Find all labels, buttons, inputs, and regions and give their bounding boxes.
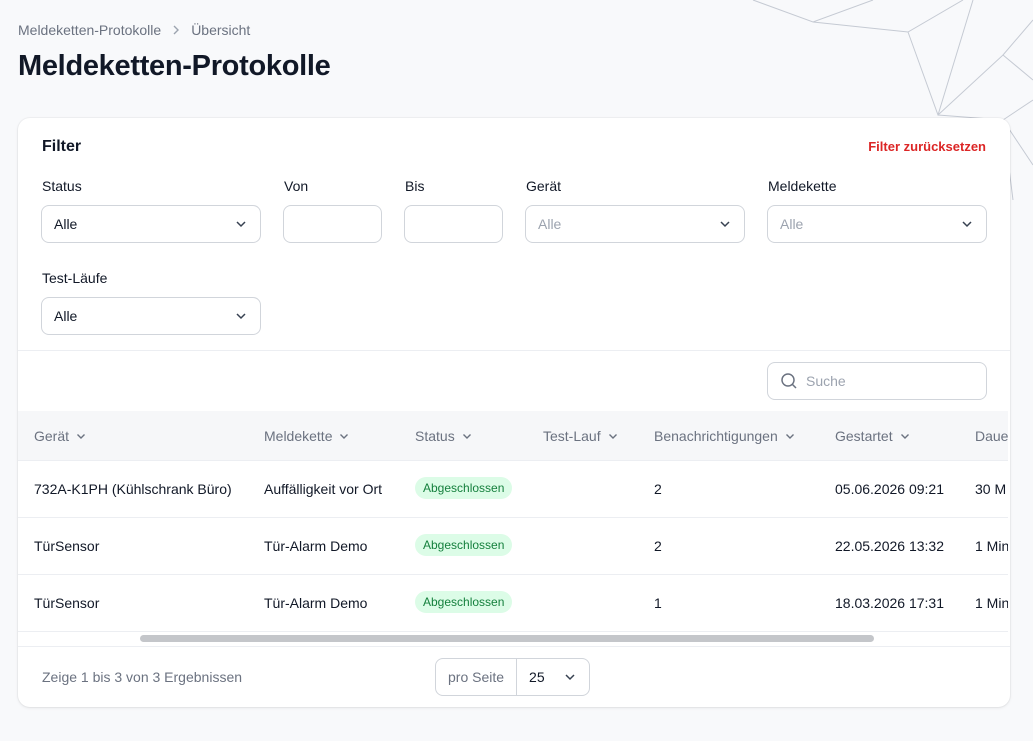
column-header-meldekette[interactable]: Meldekette <box>264 428 350 444</box>
cell-benachrichtigungen: 2 <box>654 481 662 497</box>
table-row[interactable]: TürSensor Tür-Alarm Demo Abgeschlossen 2… <box>18 518 1008 575</box>
sort-chevron-icon <box>608 434 617 439</box>
meldekette-select[interactable]: Alle <box>767 205 987 243</box>
status-badge: Abgeschlossen <box>415 591 513 613</box>
table-header: Gerät Meldekette Status Test-Lauf Benach… <box>18 411 1008 461</box>
column-header-gestartet[interactable]: Gestartet <box>835 428 911 444</box>
column-header-geraet[interactable]: Gerät <box>34 428 87 444</box>
status-label: Status <box>42 178 82 194</box>
chevron-right-icon <box>171 22 181 38</box>
column-header-status[interactable]: Status <box>415 428 473 444</box>
testlaeufe-select-value: Alle <box>54 308 78 324</box>
sort-chevron-icon <box>785 434 794 439</box>
table-row[interactable]: TürSensor Tür-Alarm Demo Abgeschlossen 1… <box>18 575 1008 632</box>
protocol-table: Gerät Meldekette Status Test-Lauf Benach… <box>18 411 1008 632</box>
testlaeufe-select[interactable]: Alle <box>41 297 261 335</box>
status-badge: Abgeschlossen <box>415 477 513 499</box>
breadcrumb: Meldeketten-Protokolle Übersicht <box>18 22 250 38</box>
table-row[interactable]: 732A-K1PH (Kühlschrank Büro) Auffälligke… <box>18 461 1008 518</box>
sort-chevron-icon <box>77 434 86 439</box>
filter-heading: Filter <box>42 138 82 155</box>
column-header-testlauf[interactable]: Test-Lauf <box>543 428 619 444</box>
cell-dauer: 1 Min <box>975 595 1008 611</box>
per-page-label: pro Seite <box>436 659 518 695</box>
results-summary: Zeige 1 bis 3 von 3 Ergebnissen <box>42 669 243 685</box>
search-icon <box>781 373 797 389</box>
meldekette-label: Meldekette <box>768 178 837 194</box>
footer-divider <box>18 646 1010 647</box>
search-placeholder: Suche <box>806 373 846 389</box>
cell-benachrichtigungen: 2 <box>654 538 662 554</box>
page-title: Meldeketten-Protokolle <box>18 50 331 82</box>
column-header-benachrichtigungen[interactable]: Benachrichtigungen <box>654 428 796 444</box>
cell-gestartet: 05.06.2026 09:21 <box>835 481 944 497</box>
column-header-dauer[interactable]: Dauer <box>975 428 1008 444</box>
bis-label: Bis <box>405 178 425 194</box>
chevron-down-icon <box>565 674 575 681</box>
per-page-value: 25 <box>529 669 545 685</box>
cell-dauer: 30 M <box>975 481 1007 497</box>
chevron-down-icon <box>720 221 730 228</box>
chevron-down-icon <box>236 313 246 320</box>
von-input[interactable] <box>283 205 382 243</box>
von-label: Von <box>284 178 309 194</box>
cell-gestartet: 22.05.2026 13:32 <box>835 538 944 554</box>
cell-gestartet: 18.03.2026 17:31 <box>835 595 944 611</box>
cell-benachrichtigungen: 1 <box>654 595 662 611</box>
chevron-down-icon <box>236 221 246 228</box>
protocol-card: Filter Filter zurücksetzen Status Alle V… <box>18 118 1010 707</box>
cell-geraet: 732A-K1PH (Kühlschrank Büro) <box>34 481 232 497</box>
chevron-down-icon <box>962 221 972 228</box>
geraet-select-placeholder: Alle <box>538 216 562 232</box>
cell-geraet: TürSensor <box>34 538 100 554</box>
horizontal-scrollbar[interactable] <box>18 632 1008 646</box>
filter-divider <box>18 350 1010 351</box>
per-page-control: pro Seite 25 <box>435 658 590 696</box>
cell-meldekette: Tür-Alarm Demo <box>264 538 368 554</box>
cell-meldekette: Auffälligkeit vor Ort <box>264 481 383 497</box>
geraet-select[interactable]: Alle <box>525 205 745 243</box>
filter-reset-button[interactable]: Filter zurücksetzen <box>868 139 986 154</box>
cell-dauer: 1 Min <box>975 538 1008 554</box>
status-select-value: Alle <box>54 216 78 232</box>
bis-input[interactable] <box>404 205 503 243</box>
testlaeufe-label: Test-Läufe <box>42 270 108 286</box>
breadcrumb-item-protokolle[interactable]: Meldeketten-Protokolle <box>18 22 161 38</box>
meldekette-select-placeholder: Alle <box>780 216 804 232</box>
status-select[interactable]: Alle <box>41 205 261 243</box>
status-badge: Abgeschlossen <box>415 534 513 556</box>
per-page-select[interactable]: 25 <box>517 659 589 695</box>
breadcrumb-item-uebersicht: Übersicht <box>191 22 251 38</box>
search-input[interactable]: Suche <box>767 362 987 400</box>
sort-chevron-icon <box>900 434 909 439</box>
geraet-label: Gerät <box>526 178 562 194</box>
cell-meldekette: Tür-Alarm Demo <box>264 595 368 611</box>
sort-chevron-icon <box>340 434 349 439</box>
sort-chevron-icon <box>462 434 471 439</box>
cell-geraet: TürSensor <box>34 595 100 611</box>
scrollbar-thumb[interactable] <box>140 635 874 642</box>
